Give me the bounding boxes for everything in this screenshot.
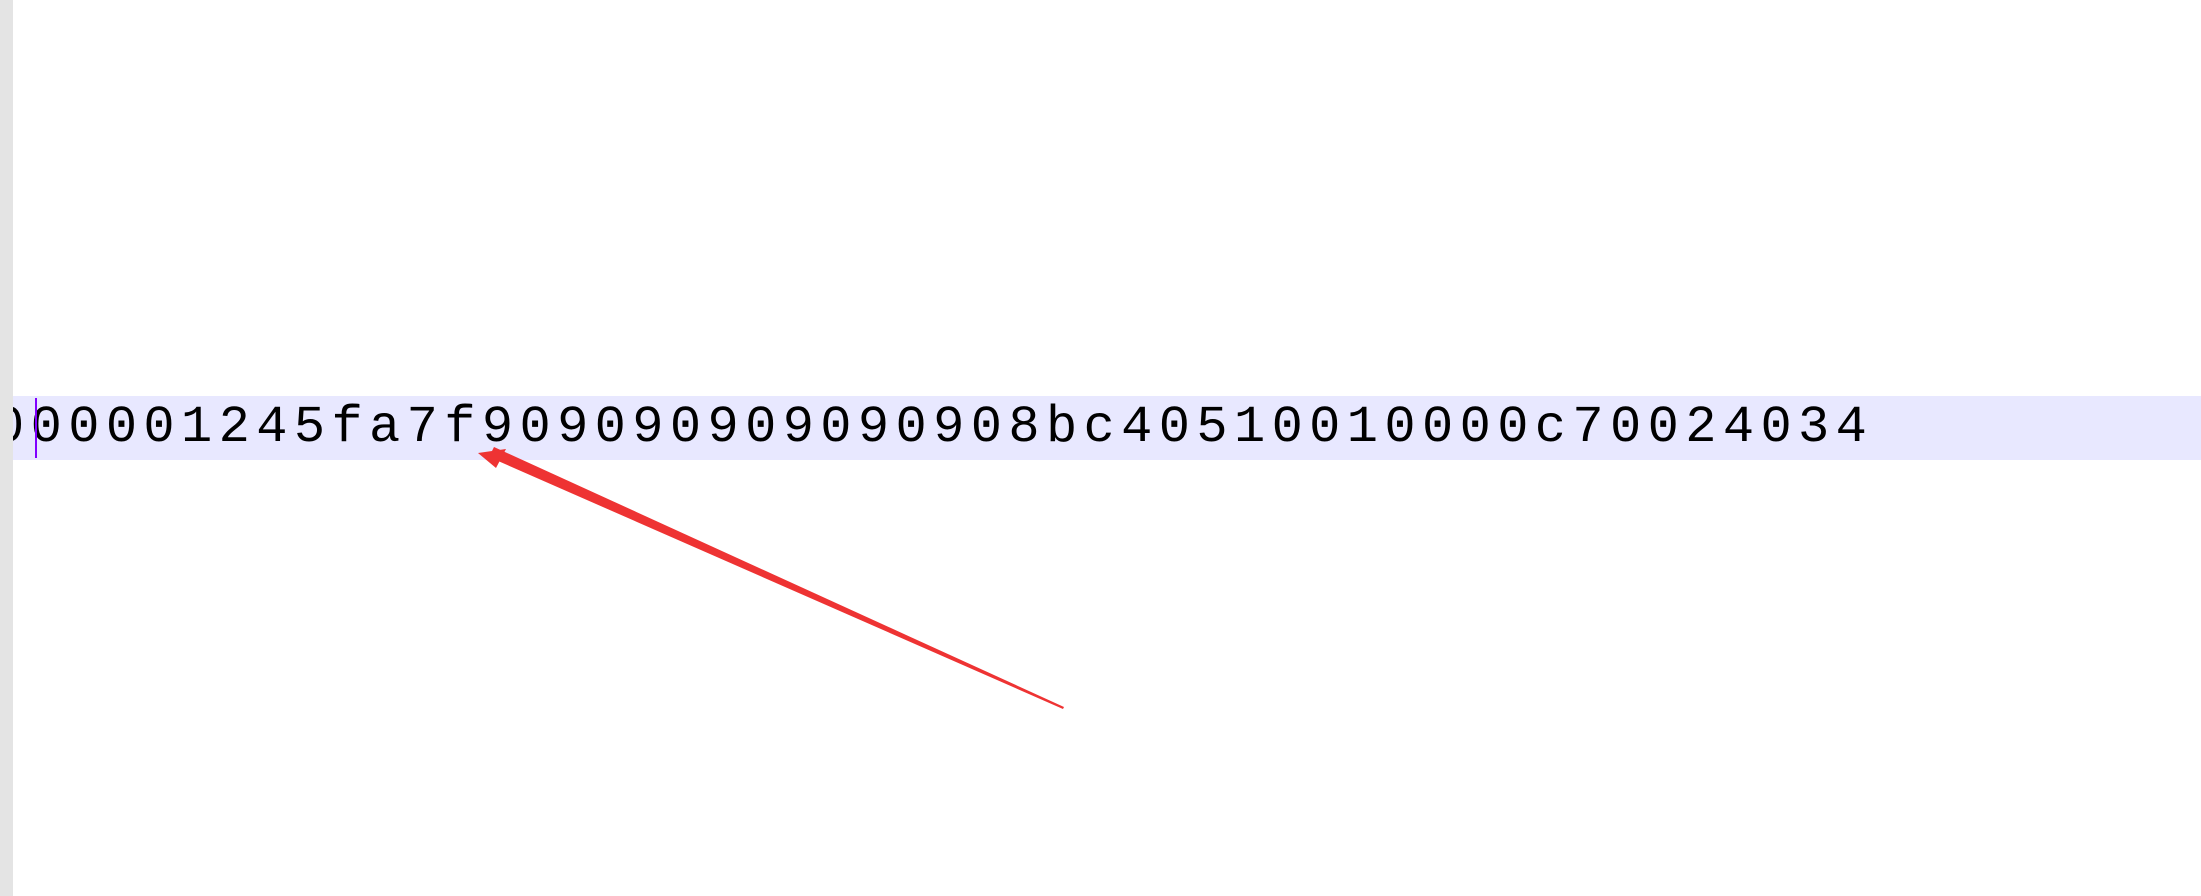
text-editor[interactable]: 000001245fa7f909090909090908bc4051001000… [0, 0, 2201, 896]
arrow-shaft [489, 447, 1064, 709]
arrow-annotation-icon [478, 447, 1064, 709]
